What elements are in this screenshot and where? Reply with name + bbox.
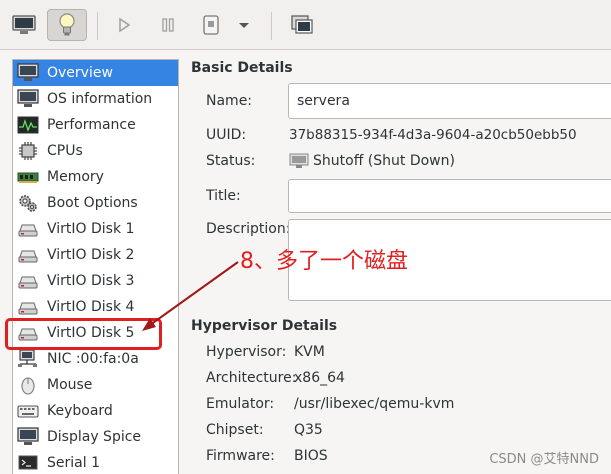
watermark: CSDN @艾特NND	[489, 452, 599, 467]
annotation-arrow	[142, 261, 239, 331]
annotation-text: 8、多了一个磁盘	[240, 249, 408, 274]
